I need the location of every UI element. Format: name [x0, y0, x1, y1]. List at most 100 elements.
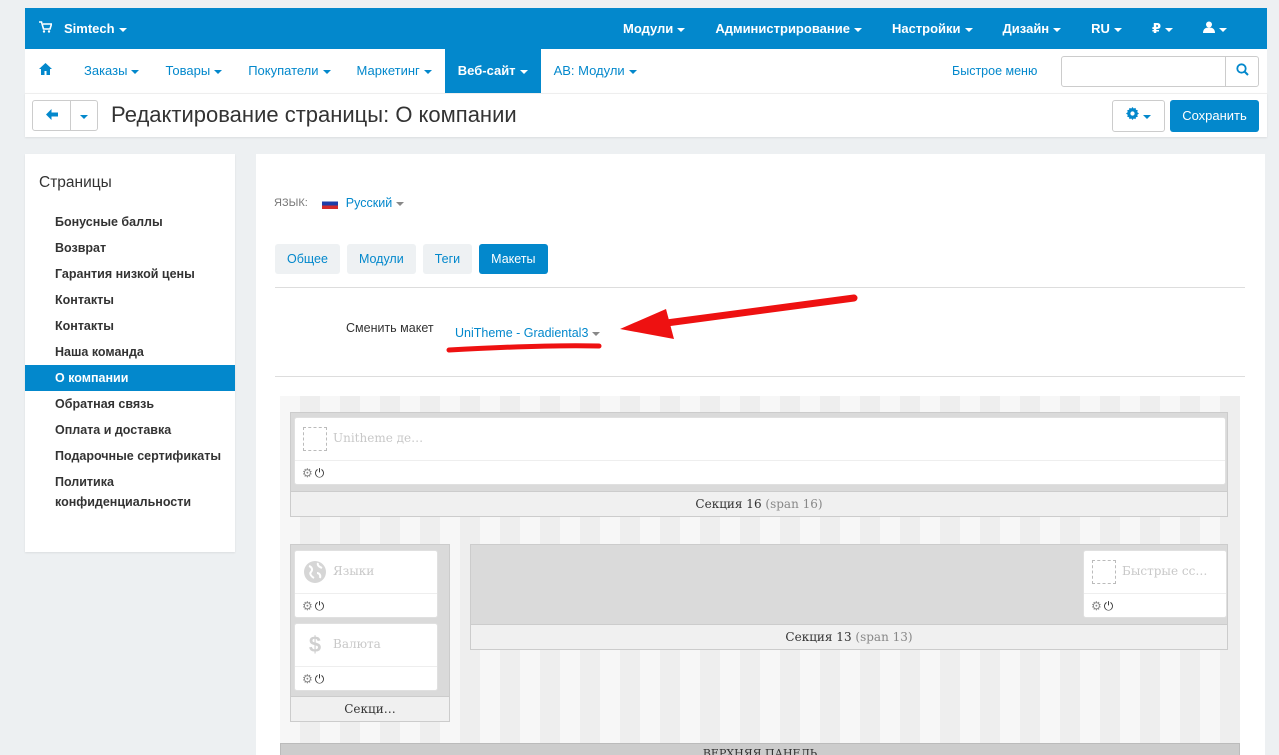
tab-tags[interactable]: Теги — [422, 244, 473, 274]
home-icon[interactable] — [39, 49, 52, 93]
top-nav-user[interactable] — [1188, 8, 1242, 49]
pages-sidebar: Страницы Бонусные баллы Возврат Гарантия… — [25, 154, 235, 552]
gear-icon[interactable]: ⚙ — [302, 672, 313, 686]
language-value: Русский — [345, 196, 393, 210]
history-dropdown-button[interactable] — [71, 101, 97, 130]
chevron-down-icon — [80, 114, 88, 119]
gear-icon[interactable]: ⚙ — [302, 466, 313, 480]
nav-website[interactable]: Веб-сайт — [444, 49, 541, 93]
nav-ab-modules[interactable]: AB: Модули — [541, 49, 650, 93]
top-nav-settings[interactable]: Настройки — [877, 8, 988, 49]
power-icon[interactable]: ⏻ — [315, 599, 325, 613]
arrow-left-icon — [45, 108, 58, 123]
sidebar-item-bonus-points[interactable]: Бонусные баллы — [25, 209, 235, 235]
main-nav: Заказы Товары Покупатели Маркетинг Веб-с… — [25, 49, 1267, 93]
sidebar-item-contacts-2[interactable]: Контакты — [25, 313, 235, 339]
quick-menu-link[interactable]: Быстрое меню — [952, 49, 1037, 93]
nav-label: Покупатели — [248, 63, 319, 78]
brand-menu[interactable]: Simtech — [39, 8, 127, 49]
chevron-down-icon — [118, 27, 127, 32]
globe-icon — [303, 560, 327, 584]
annotation-arrow-icon — [446, 294, 858, 353]
block-currency[interactable]: $ Валюта ⚙ ⏻ — [294, 623, 438, 691]
save-button[interactable]: Сохранить — [1170, 100, 1259, 132]
section-13[interactable]: Быстрые сс… ⚙ ⏻ Секция 13 (span 13) — [470, 544, 1228, 650]
sidebar-item-returns[interactable]: Возврат — [25, 235, 235, 261]
power-icon[interactable]: ⏻ — [315, 466, 325, 480]
top-nav-currency[interactable]: ₽ — [1137, 8, 1188, 49]
chevron-down-icon — [1219, 27, 1227, 32]
sidebar-item-about[interactable]: О компании — [25, 365, 235, 391]
nav-customers[interactable]: Покупатели — [235, 49, 343, 93]
top-nav-label: RU — [1091, 21, 1110, 36]
section-label: ВЕРХНЯЯ ПАНЕЛЬ — [702, 747, 818, 755]
sidebar-item-feedback[interactable]: Обратная связь — [25, 391, 235, 417]
sidebar-item-low-price-guarantee[interactable]: Гарантия низкой цены — [25, 261, 235, 287]
nav-label: Веб-сайт — [457, 63, 516, 78]
chevron-down-icon — [423, 69, 432, 74]
settings-dropdown-button[interactable] — [1112, 100, 1165, 132]
sidebar-item-payment-delivery[interactable]: Оплата и доставка — [25, 417, 235, 443]
gear-icon[interactable]: ⚙ — [1091, 599, 1102, 613]
section-footer: Секци… — [291, 696, 449, 721]
section-label: Секция 13 — [785, 630, 852, 644]
tab-modules[interactable]: Модули — [346, 244, 416, 274]
section-16[interactable]: Unitheme де… ⚙ ⏻ Секция 16 (span 16) — [290, 412, 1228, 517]
power-icon[interactable]: ⏻ — [315, 672, 325, 686]
nav-marketing[interactable]: Маркетинг — [344, 49, 445, 93]
layout-grid: Unitheme де… ⚙ ⏻ Секция 16 (span 16) Язык… — [280, 396, 1240, 755]
top-nav-label: ₽ — [1151, 21, 1161, 36]
divider — [275, 376, 1245, 377]
sidebar-item-our-team[interactable]: Наша команда — [25, 339, 235, 365]
nav-orders[interactable]: Заказы — [71, 49, 152, 93]
nav-products[interactable]: Товары — [152, 49, 235, 93]
language-selector-row: ЯЗЫК: Русский — [274, 196, 405, 210]
tab-layouts[interactable]: Макеты — [479, 244, 548, 274]
block-name: Языки — [333, 564, 375, 578]
section-label: Секци… — [344, 702, 396, 716]
section-left[interactable]: Языки ⚙ ⏻ $ Валюта ⚙ ⏻ Секци… — [290, 544, 450, 722]
top-nav-label: Модули — [622, 21, 674, 36]
top-nav-label: Администрирование — [715, 21, 850, 36]
sidebar-item-privacy-policy[interactable]: Политика конфиденциальности — [25, 469, 235, 515]
power-icon[interactable]: ⏻ — [1104, 599, 1114, 613]
chevron-down-icon — [964, 27, 973, 32]
gear-icon[interactable]: ⚙ — [302, 599, 313, 613]
top-nav-language[interactable]: RU — [1076, 8, 1137, 49]
top-panel-section[interactable]: ВЕРХНЯЯ ПАНЕЛЬ — [280, 743, 1240, 755]
tab-general[interactable]: Общее — [275, 244, 340, 274]
sidebar-item-contacts[interactable]: Контакты — [25, 287, 235, 313]
top-nav-label: Дизайн — [1002, 21, 1050, 36]
block-quick-links[interactable]: Быстрые сс… ⚙ ⏻ — [1083, 550, 1227, 618]
section-span: (span 16) — [765, 497, 823, 511]
block-languages[interactable]: Языки ⚙ ⏻ — [294, 550, 438, 618]
cart-icon — [39, 8, 53, 49]
search-button[interactable] — [1225, 57, 1258, 86]
back-button[interactable] — [33, 101, 71, 130]
top-nav-label: Настройки — [891, 21, 961, 36]
chevron-down-icon — [131, 69, 140, 74]
russian-flag-icon — [321, 197, 338, 209]
top-nav-administration[interactable]: Администрирование — [700, 8, 877, 49]
sidebar-item-gift-certificates[interactable]: Подарочные сертификаты — [25, 443, 235, 469]
language-dropdown[interactable]: Русский — [345, 196, 405, 210]
chevron-down-icon — [396, 201, 405, 206]
top-nav-design[interactable]: Дизайн — [988, 8, 1077, 49]
block-toolbar: ⚙ ⏻ — [295, 460, 1225, 484]
block-name: Валюта — [333, 637, 381, 651]
placeholder-block-icon — [303, 427, 327, 451]
block-toolbar: ⚙ ⏻ — [1084, 593, 1226, 617]
user-icon — [1203, 21, 1215, 36]
chevron-down-icon — [1113, 27, 1122, 32]
section-label: Секция 16 — [695, 497, 762, 511]
dollar-icon: $ — [308, 632, 322, 657]
block-toolbar: ⚙ ⏻ — [295, 666, 437, 690]
chevron-down-icon — [322, 69, 331, 74]
brand-label: Simtech — [64, 21, 115, 36]
divider — [275, 287, 1245, 288]
top-nav-modules[interactable]: Модули — [608, 8, 700, 49]
search-input[interactable] — [1061, 56, 1259, 87]
section-footer: Секция 16 (span 16) — [291, 491, 1227, 516]
block-unitheme[interactable]: Unitheme де… ⚙ ⏻ — [294, 417, 1226, 485]
nav-label: AB: Модули — [553, 63, 625, 78]
